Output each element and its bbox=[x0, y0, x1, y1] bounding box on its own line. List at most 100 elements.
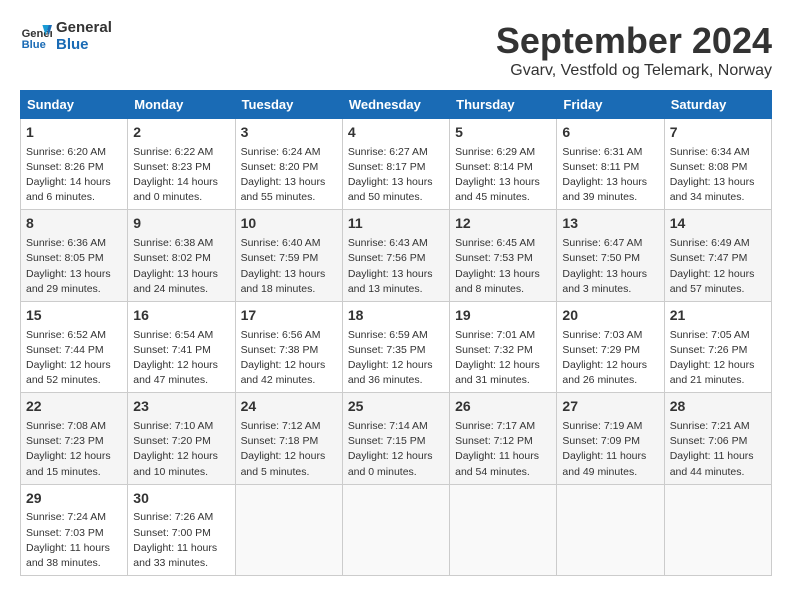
day-number: 2 bbox=[133, 123, 229, 143]
calendar-cell: 21Sunrise: 7:05 AMSunset: 7:26 PMDayligh… bbox=[664, 301, 771, 392]
day-number: 23 bbox=[133, 397, 229, 417]
calendar-cell: 20Sunrise: 7:03 AMSunset: 7:29 PMDayligh… bbox=[557, 301, 664, 392]
day-info: Sunrise: 7:12 AMSunset: 7:18 PMDaylight:… bbox=[241, 419, 337, 480]
calendar-cell: 12Sunrise: 6:45 AMSunset: 7:53 PMDayligh… bbox=[450, 210, 557, 301]
day-info: Sunrise: 6:27 AMSunset: 8:17 PMDaylight:… bbox=[348, 145, 444, 206]
day-number: 20 bbox=[562, 306, 658, 326]
calendar-table: SundayMondayTuesdayWednesdayThursdayFrid… bbox=[20, 90, 772, 576]
calendar-cell: 24Sunrise: 7:12 AMSunset: 7:18 PMDayligh… bbox=[235, 393, 342, 484]
calendar-cell: 25Sunrise: 7:14 AMSunset: 7:15 PMDayligh… bbox=[342, 393, 449, 484]
calendar-cell bbox=[557, 484, 664, 575]
calendar-cell: 5Sunrise: 6:29 AMSunset: 8:14 PMDaylight… bbox=[450, 119, 557, 210]
day-number: 14 bbox=[670, 214, 766, 234]
day-info: Sunrise: 6:56 AMSunset: 7:38 PMDaylight:… bbox=[241, 328, 337, 389]
day-info: Sunrise: 7:19 AMSunset: 7:09 PMDaylight:… bbox=[562, 419, 658, 480]
day-info: Sunrise: 6:22 AMSunset: 8:23 PMDaylight:… bbox=[133, 145, 229, 206]
day-info: Sunrise: 6:20 AMSunset: 8:26 PMDaylight:… bbox=[26, 145, 122, 206]
svg-text:Blue: Blue bbox=[22, 39, 46, 51]
day-number: 15 bbox=[26, 306, 122, 326]
day-number: 27 bbox=[562, 397, 658, 417]
month-title: September 2024 bbox=[496, 20, 772, 62]
week-row-2: 8Sunrise: 6:36 AMSunset: 8:05 PMDaylight… bbox=[21, 210, 772, 301]
day-number: 5 bbox=[455, 123, 551, 143]
day-info: Sunrise: 6:40 AMSunset: 7:59 PMDaylight:… bbox=[241, 236, 337, 297]
day-number: 1 bbox=[26, 123, 122, 143]
day-info: Sunrise: 6:45 AMSunset: 7:53 PMDaylight:… bbox=[455, 236, 551, 297]
calendar-cell: 15Sunrise: 6:52 AMSunset: 7:44 PMDayligh… bbox=[21, 301, 128, 392]
day-info: Sunrise: 6:24 AMSunset: 8:20 PMDaylight:… bbox=[241, 145, 337, 206]
weekday-header-wednesday: Wednesday bbox=[342, 91, 449, 119]
title-block: September 2024 Gvarv, Vestfold og Telema… bbox=[496, 20, 772, 80]
day-number: 13 bbox=[562, 214, 658, 234]
day-number: 24 bbox=[241, 397, 337, 417]
week-row-5: 29Sunrise: 7:24 AMSunset: 7:03 PMDayligh… bbox=[21, 484, 772, 575]
calendar-cell: 2Sunrise: 6:22 AMSunset: 8:23 PMDaylight… bbox=[128, 119, 235, 210]
day-info: Sunrise: 7:24 AMSunset: 7:03 PMDaylight:… bbox=[26, 510, 122, 571]
week-row-3: 15Sunrise: 6:52 AMSunset: 7:44 PMDayligh… bbox=[21, 301, 772, 392]
calendar-cell: 17Sunrise: 6:56 AMSunset: 7:38 PMDayligh… bbox=[235, 301, 342, 392]
calendar-cell: 14Sunrise: 6:49 AMSunset: 7:47 PMDayligh… bbox=[664, 210, 771, 301]
day-number: 28 bbox=[670, 397, 766, 417]
calendar-cell bbox=[450, 484, 557, 575]
day-number: 22 bbox=[26, 397, 122, 417]
day-info: Sunrise: 7:26 AMSunset: 7:00 PMDaylight:… bbox=[133, 510, 229, 571]
calendar-cell: 18Sunrise: 6:59 AMSunset: 7:35 PMDayligh… bbox=[342, 301, 449, 392]
day-number: 3 bbox=[241, 123, 337, 143]
day-info: Sunrise: 6:31 AMSunset: 8:11 PMDaylight:… bbox=[562, 145, 658, 206]
day-number: 29 bbox=[26, 489, 122, 509]
day-info: Sunrise: 7:14 AMSunset: 7:15 PMDaylight:… bbox=[348, 419, 444, 480]
calendar-cell: 13Sunrise: 6:47 AMSunset: 7:50 PMDayligh… bbox=[557, 210, 664, 301]
calendar-cell: 30Sunrise: 7:26 AMSunset: 7:00 PMDayligh… bbox=[128, 484, 235, 575]
day-info: Sunrise: 6:34 AMSunset: 8:08 PMDaylight:… bbox=[670, 145, 766, 206]
day-info: Sunrise: 6:47 AMSunset: 7:50 PMDaylight:… bbox=[562, 236, 658, 297]
calendar-cell: 8Sunrise: 6:36 AMSunset: 8:05 PMDaylight… bbox=[21, 210, 128, 301]
calendar-cell: 3Sunrise: 6:24 AMSunset: 8:20 PMDaylight… bbox=[235, 119, 342, 210]
day-number: 21 bbox=[670, 306, 766, 326]
weekday-header-friday: Friday bbox=[557, 91, 664, 119]
day-number: 25 bbox=[348, 397, 444, 417]
weekday-header-sunday: Sunday bbox=[21, 91, 128, 119]
day-info: Sunrise: 6:54 AMSunset: 7:41 PMDaylight:… bbox=[133, 328, 229, 389]
calendar-cell bbox=[342, 484, 449, 575]
day-info: Sunrise: 6:49 AMSunset: 7:47 PMDaylight:… bbox=[670, 236, 766, 297]
calendar-cell: 26Sunrise: 7:17 AMSunset: 7:12 PMDayligh… bbox=[450, 393, 557, 484]
day-number: 11 bbox=[348, 214, 444, 234]
day-number: 7 bbox=[670, 123, 766, 143]
calendar-cell: 7Sunrise: 6:34 AMSunset: 8:08 PMDaylight… bbox=[664, 119, 771, 210]
weekday-header-monday: Monday bbox=[128, 91, 235, 119]
calendar-cell: 11Sunrise: 6:43 AMSunset: 7:56 PMDayligh… bbox=[342, 210, 449, 301]
weekday-header-row: SundayMondayTuesdayWednesdayThursdayFrid… bbox=[21, 91, 772, 119]
day-number: 10 bbox=[241, 214, 337, 234]
calendar-cell bbox=[235, 484, 342, 575]
day-info: Sunrise: 7:10 AMSunset: 7:20 PMDaylight:… bbox=[133, 419, 229, 480]
day-info: Sunrise: 7:01 AMSunset: 7:32 PMDaylight:… bbox=[455, 328, 551, 389]
calendar-cell: 22Sunrise: 7:08 AMSunset: 7:23 PMDayligh… bbox=[21, 393, 128, 484]
day-info: Sunrise: 6:38 AMSunset: 8:02 PMDaylight:… bbox=[133, 236, 229, 297]
week-row-4: 22Sunrise: 7:08 AMSunset: 7:23 PMDayligh… bbox=[21, 393, 772, 484]
day-info: Sunrise: 6:43 AMSunset: 7:56 PMDaylight:… bbox=[348, 236, 444, 297]
calendar-cell: 6Sunrise: 6:31 AMSunset: 8:11 PMDaylight… bbox=[557, 119, 664, 210]
day-info: Sunrise: 7:05 AMSunset: 7:26 PMDaylight:… bbox=[670, 328, 766, 389]
day-number: 8 bbox=[26, 214, 122, 234]
weekday-header-thursday: Thursday bbox=[450, 91, 557, 119]
day-number: 6 bbox=[562, 123, 658, 143]
day-info: Sunrise: 6:36 AMSunset: 8:05 PMDaylight:… bbox=[26, 236, 122, 297]
page-header: General Blue General Blue September 2024… bbox=[20, 20, 772, 80]
logo-icon: General Blue bbox=[20, 21, 52, 53]
day-number: 9 bbox=[133, 214, 229, 234]
location-title: Gvarv, Vestfold og Telemark, Norway bbox=[496, 62, 772, 80]
calendar-cell: 1Sunrise: 6:20 AMSunset: 8:26 PMDaylight… bbox=[21, 119, 128, 210]
logo: General Blue General Blue bbox=[20, 20, 112, 53]
day-number: 19 bbox=[455, 306, 551, 326]
day-info: Sunrise: 7:03 AMSunset: 7:29 PMDaylight:… bbox=[562, 328, 658, 389]
day-number: 17 bbox=[241, 306, 337, 326]
day-number: 4 bbox=[348, 123, 444, 143]
calendar-cell: 4Sunrise: 6:27 AMSunset: 8:17 PMDaylight… bbox=[342, 119, 449, 210]
calendar-cell: 10Sunrise: 6:40 AMSunset: 7:59 PMDayligh… bbox=[235, 210, 342, 301]
day-number: 30 bbox=[133, 489, 229, 509]
calendar-cell: 29Sunrise: 7:24 AMSunset: 7:03 PMDayligh… bbox=[21, 484, 128, 575]
weekday-header-tuesday: Tuesday bbox=[235, 91, 342, 119]
day-number: 16 bbox=[133, 306, 229, 326]
day-number: 18 bbox=[348, 306, 444, 326]
calendar-cell: 16Sunrise: 6:54 AMSunset: 7:41 PMDayligh… bbox=[128, 301, 235, 392]
